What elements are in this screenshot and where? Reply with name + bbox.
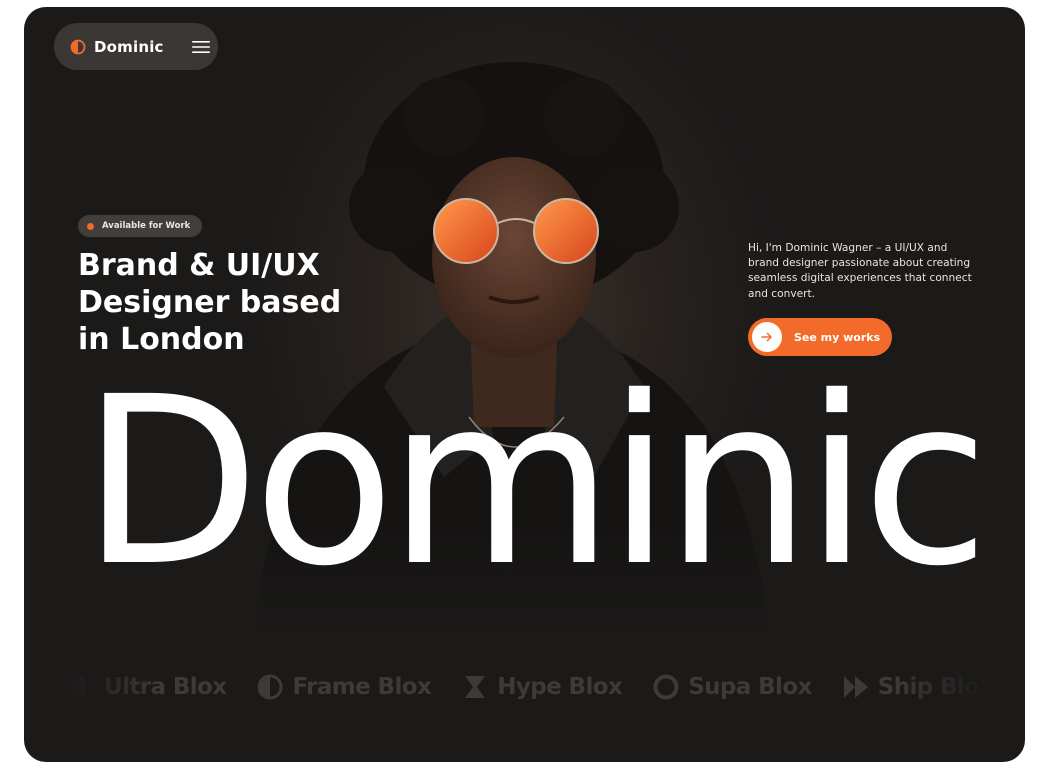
availability-badge: Available for Work — [78, 215, 203, 237]
hamburger-icon[interactable] — [191, 40, 210, 54]
hero-big-name: Dominic — [81, 347, 989, 617]
intro-text: Hi, I'm Dominic Wagner – a UI/UX and bra… — [748, 242, 972, 300]
status-dot — [87, 222, 94, 230]
client-logo: Supa Blox — [652, 673, 812, 701]
logo-pill[interactable]: Dominic — [54, 23, 218, 70]
half-circle-icon — [70, 39, 86, 54]
hero-headline: Brand & UI/UX Designer based in London — [78, 247, 378, 358]
client-logo: Ship Blox — [842, 673, 994, 701]
ring-icon — [653, 674, 679, 700]
logo-text: Dominic — [94, 37, 164, 56]
client-logo: Hype Blox — [461, 673, 623, 701]
client-logo: Frame Blox — [256, 673, 432, 701]
client-name: Hype Blox — [497, 674, 623, 700]
hero-frame: Dominic Available for Work Brand & UI/UX… — [24, 7, 1025, 762]
client-name: Ship Blox — [877, 674, 995, 700]
client-name: Ultra Blox — [104, 674, 227, 700]
client-name: Frame Blox — [292, 674, 432, 700]
half-circle-icon — [257, 674, 283, 700]
cta-label: See my works — [794, 330, 881, 344]
arrow-right-icon — [761, 332, 772, 342]
hourglass-icon — [465, 676, 486, 698]
client-name: Supa Blox — [688, 674, 812, 700]
headline-line: Designer based — [78, 285, 342, 320]
client-logos: Ultra Blox Frame Blox Hype Blox Supa Blo… — [68, 667, 994, 707]
client-logo: Ultra Blox — [68, 673, 227, 701]
headline-line: Brand & UI/UX — [78, 248, 320, 283]
bars-icon — [71, 677, 85, 697]
badge-text: Available for Work — [102, 221, 191, 231]
double-chevron-icon — [843, 676, 868, 698]
